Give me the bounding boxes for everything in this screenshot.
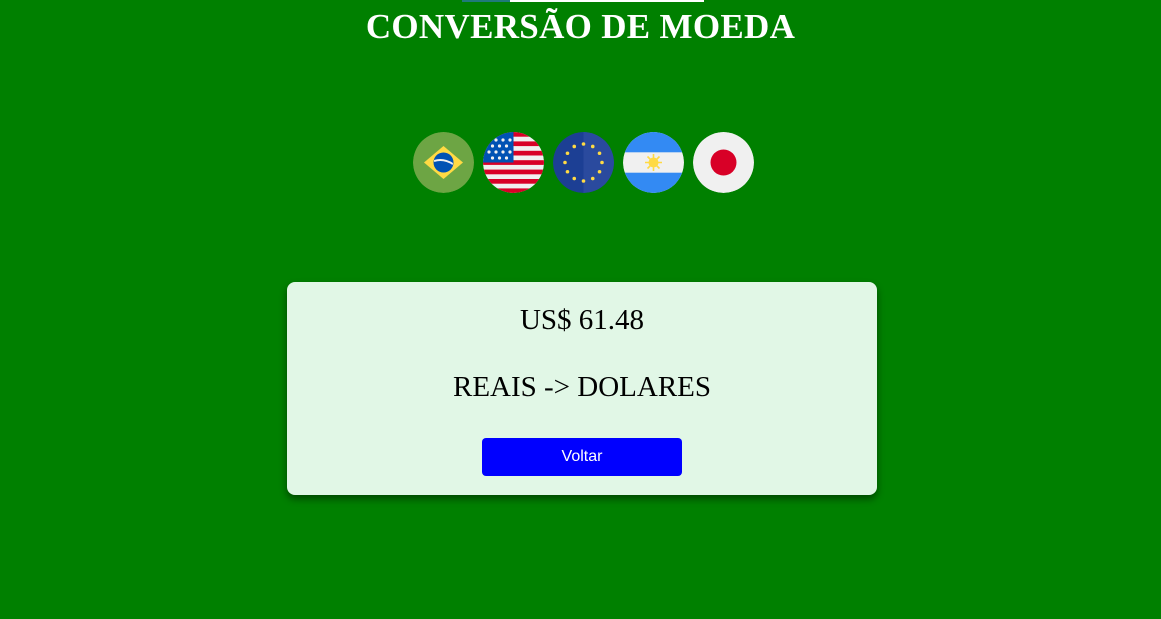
eu-flag-icon[interactable] [553, 132, 614, 193]
back-button[interactable]: Voltar [482, 438, 682, 476]
converted-value: US$ 61.48 [519, 304, 645, 336]
currency-flag-list [413, 132, 754, 193]
top-strip-segment [510, 0, 704, 2]
argentina-flag-icon[interactable] [623, 132, 684, 193]
conversion-direction-label: REAIS -> DOLARES [452, 371, 712, 403]
usa-flag-icon[interactable] [483, 132, 544, 193]
top-strip-segment [462, 0, 510, 2]
japan-flag-icon[interactable] [693, 132, 754, 193]
top-strip-decoration [462, 0, 704, 2]
page-title: CONVERSÃO DE MOEDA [365, 7, 796, 46]
brazil-flag-icon[interactable] [413, 132, 474, 193]
result-card: US$ 61.48 REAIS -> DOLARES Voltar [287, 282, 877, 495]
